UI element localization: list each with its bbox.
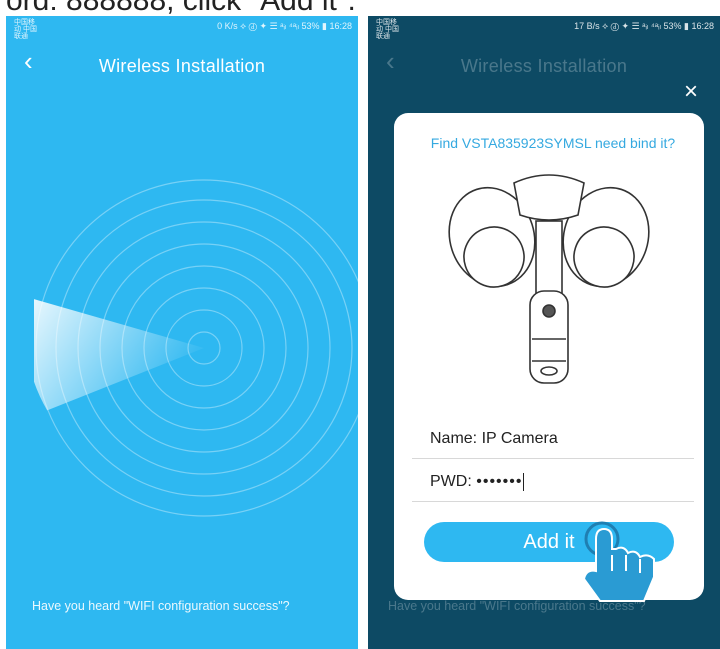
close-icon[interactable]: × — [684, 80, 698, 104]
carrier-label: 中国移动 中国联通 — [14, 19, 37, 40]
password-row: PWD: ••••••• — [430, 473, 525, 491]
camera-illustration — [448, 174, 650, 384]
instruction-caption: ord: 888888, click "Add it". — [6, 0, 356, 17]
carrier-label: 中国移动 中国联通 — [376, 19, 399, 40]
bind-device-dialog: Find VSTA835923SYMSL need bind it? Name:… — [394, 113, 704, 602]
status-bar: 中国移动 中国联通 17 B/s ⟡ ⓓ ✦ ☰ ᵃᵢₗ ⁴ᵃᵢₗ 53% ▮ … — [368, 16, 720, 40]
status-icons: 0 K/s ⟡ ⓓ ✦ ☰ ᵃᵢₗ ⁴ᵃᵢₗ 53% ▮ 16:28 — [217, 21, 352, 31]
password-value: ••••••• — [476, 473, 523, 491]
password-label: PWD: — [430, 473, 472, 491]
name-label: Name: IP Camera — [430, 430, 558, 447]
status-bar: 中国移动 中国联通 0 K/s ⟡ ⓓ ✦ ☰ ᵃᵢₗ ⁴ᵃᵢₗ 53% ▮ 1… — [6, 16, 358, 40]
page-title: Wireless Installation — [98, 56, 266, 76]
text-cursor — [523, 473, 525, 491]
radar-icon — [34, 179, 358, 517]
dialog-title: Find VSTA835923SYMSL need bind it? — [430, 135, 676, 151]
status-icons: 17 B/s ⟡ ⓓ ✦ ☰ ᵃᵢₗ ⁴ᵃᵢₗ 53% ▮ 16:28 — [574, 21, 714, 31]
hint-text: Have you heard "WIFI configuration succe… — [32, 599, 290, 613]
password-field[interactable]: PWD: ••••••• — [412, 463, 694, 502]
pointing-hand-icon — [582, 521, 655, 602]
page-title: Wireless Installation — [460, 56, 628, 76]
right-phone-screen: 中国移动 中国联通 17 B/s ⟡ ⓓ ✦ ☰ ᵃᵢₗ ⁴ᵃᵢₗ 53% ▮ … — [368, 16, 720, 649]
left-phone-screen: 中国移动 中国联通 0 K/s ⟡ ⓓ ✦ ☰ ᵃᵢₗ ⁴ᵃᵢₗ 53% ▮ 1… — [6, 16, 358, 649]
name-field[interactable]: Name: IP Camera — [412, 420, 694, 459]
